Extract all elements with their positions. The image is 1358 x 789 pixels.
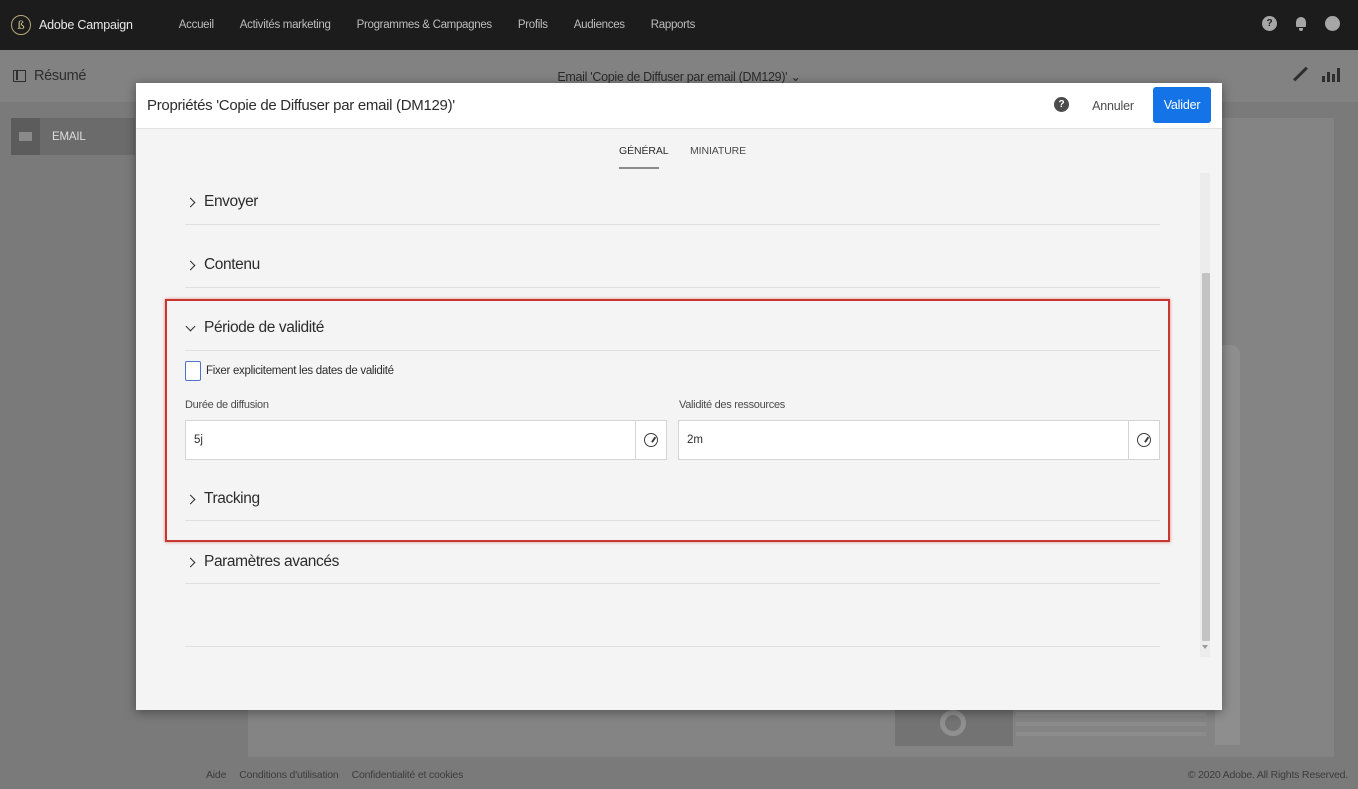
page-footer: Aide Conditions d'utilisation Confidenti…: [0, 757, 1358, 789]
email-envelope-icon: [11, 118, 40, 155]
modal-tabs: GÉNÉRAL MINIATURE: [136, 129, 1222, 173]
section-label: Période de validité: [204, 319, 324, 336]
section-label: Envoyer: [204, 193, 259, 210]
footer-copyright: © 2020 Adobe. All Rights Reserved.: [1187, 769, 1348, 781]
duration-input[interactable]: [186, 421, 635, 459]
tab-general[interactable]: GÉNÉRAL: [619, 145, 669, 169]
section-label: Contenu: [204, 256, 260, 273]
sidebar-item-email[interactable]: EMAIL: [11, 118, 135, 155]
app-name: Adobe Campaign: [39, 18, 133, 32]
section-parametres-avances-header[interactable]: Paramètres avancés: [185, 553, 1160, 571]
page-action-icons: [1292, 66, 1342, 82]
explicit-dates-label: Fixer explicitement les dates de validit…: [206, 365, 394, 377]
top-nav-bar: ß Adobe Campaign Accueil Activités marke…: [0, 0, 1358, 50]
avatar-icon[interactable]: [1325, 16, 1340, 31]
divider: [185, 646, 1160, 647]
background-text-lines: [1016, 712, 1206, 746]
validate-button[interactable]: Valider: [1153, 87, 1211, 123]
section-envoyer-header[interactable]: Envoyer: [185, 193, 1160, 211]
nav-item-profils[interactable]: Profils: [518, 19, 548, 31]
image-placeholder-icon: [940, 710, 966, 736]
nav-item-programmes-campagnes[interactable]: Programmes & Campagnes: [357, 19, 493, 31]
main-nav: Accueil Activités marketing Programmes &…: [179, 19, 721, 31]
modal-header: Propriétés 'Copie de Diffuser par email …: [136, 83, 1222, 129]
resources-validity-field: [678, 420, 1160, 460]
footer-links: Aide Conditions d'utilisation Confidenti…: [206, 769, 476, 781]
duration-clock-button[interactable]: [635, 421, 666, 459]
section-periode-validite: Période de validité: [185, 319, 1160, 351]
section-tracking-header[interactable]: Tracking: [185, 490, 1160, 508]
chevron-right-icon: [185, 494, 196, 504]
chevron-right-icon: [185, 557, 196, 567]
section-label: Tracking: [204, 490, 260, 507]
clock-icon: [644, 433, 658, 447]
scrollbar-thumb[interactable]: [1202, 273, 1210, 641]
nav-item-activites-marketing[interactable]: Activités marketing: [240, 19, 331, 31]
help-icon[interactable]: ?: [1054, 97, 1069, 112]
cancel-button[interactable]: Annuler: [1083, 91, 1143, 120]
duration-field: [185, 420, 667, 460]
footer-link-conditions[interactable]: Conditions d'utilisation: [239, 769, 339, 781]
chevron-down-icon: [185, 321, 196, 331]
sidebar-item-label: EMAIL: [52, 130, 86, 143]
chart-icon[interactable]: [1322, 66, 1342, 82]
explicit-dates-row: Fixer explicitement les dates de validit…: [185, 361, 394, 381]
section-label: Paramètres avancés: [204, 553, 339, 570]
nav-item-audiences[interactable]: Audiences: [574, 19, 625, 31]
explicit-dates-checkbox[interactable]: [185, 361, 201, 381]
properties-modal: Propriétés 'Copie de Diffuser par email …: [136, 83, 1222, 710]
tab-miniature[interactable]: MINIATURE: [690, 145, 746, 157]
modal-title: Propriétés 'Copie de Diffuser par email …: [147, 97, 455, 114]
footer-link-confidentialite[interactable]: Confidentialité et cookies: [352, 769, 464, 781]
clock-icon: [1137, 433, 1151, 447]
nav-item-accueil[interactable]: Accueil: [179, 19, 214, 31]
scroll-down-arrow-icon[interactable]: [1202, 645, 1208, 649]
section-contenu: Contenu: [185, 256, 1160, 288]
resources-validity-label: Validité des ressources: [679, 399, 786, 411]
help-icon[interactable]: ?: [1262, 16, 1277, 31]
section-envoyer: Envoyer: [185, 193, 1160, 225]
section-contenu-header[interactable]: Contenu: [185, 256, 1160, 274]
duration-label: Durée de diffusion: [185, 399, 269, 411]
pencil-icon[interactable]: [1292, 66, 1308, 82]
adobe-campaign-logo-icon: ß: [11, 15, 31, 35]
chevron-right-icon: [185, 260, 196, 270]
page-title[interactable]: Email 'Copie de Diffuser par email (DM12…: [0, 69, 1358, 84]
section-tracking: Tracking: [185, 490, 1160, 521]
chevron-down-icon: ⌄: [790, 70, 801, 84]
footer-link-aide[interactable]: Aide: [206, 769, 226, 781]
nav-right-icons: ?: [1245, 16, 1340, 31]
resources-clock-button[interactable]: [1128, 421, 1159, 459]
nav-item-rapports[interactable]: Rapports: [651, 19, 696, 31]
section-parametres-avances: Paramètres avancés: [185, 553, 1160, 584]
resources-validity-input[interactable]: [679, 421, 1128, 459]
brand[interactable]: ß Adobe Campaign: [11, 15, 133, 35]
bell-icon[interactable]: [1294, 16, 1308, 31]
page-title-text: Email 'Copie de Diffuser par email (DM12…: [557, 70, 788, 84]
section-periode-validite-header[interactable]: Période de validité: [185, 319, 1160, 337]
chevron-right-icon: [185, 197, 196, 207]
